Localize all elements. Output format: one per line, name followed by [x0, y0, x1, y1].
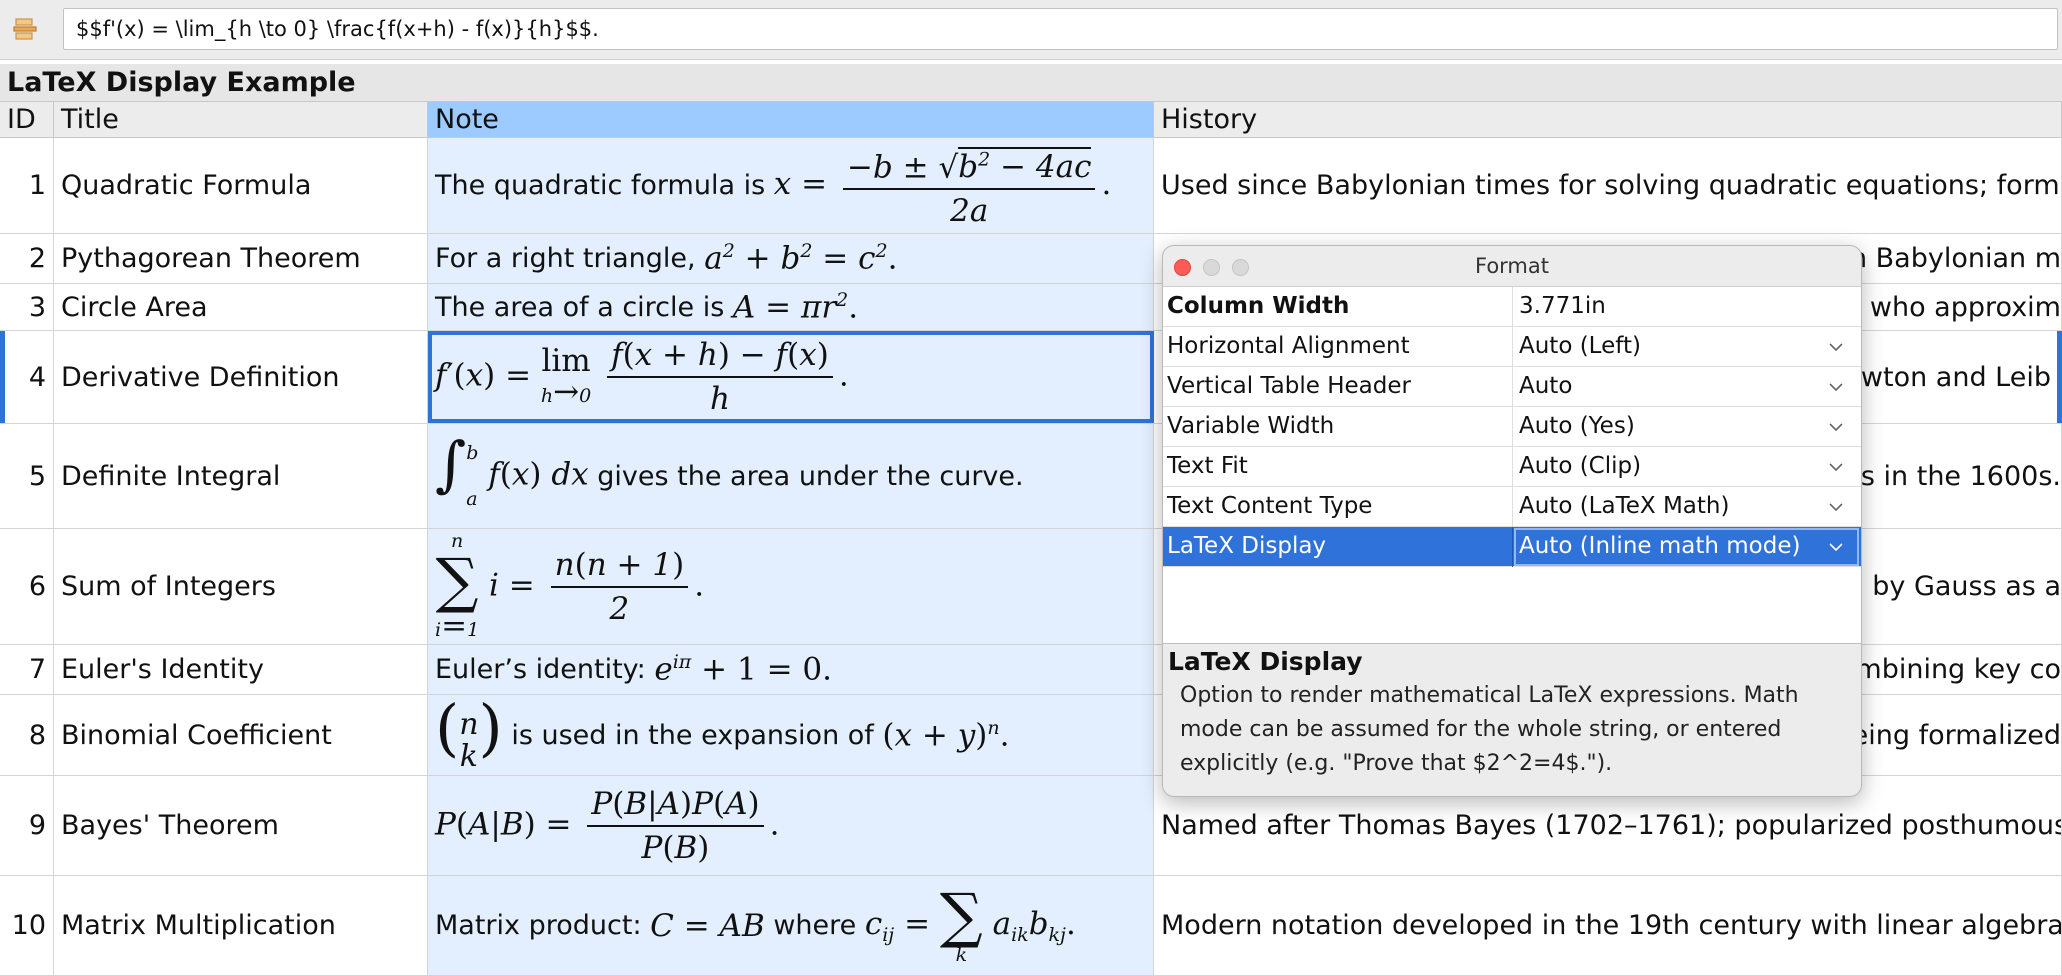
chevron-down-icon[interactable] [1829, 420, 1843, 434]
math-binomial: (n k) [435, 695, 503, 774]
property-horizontal-alignment[interactable]: Horizontal Alignment Auto (Left) [1163, 327, 1861, 367]
close-window-button[interactable] [1174, 259, 1191, 276]
math-matrix-product: cij = ∑ k aikbkj. [864, 881, 1076, 966]
cell-id[interactable]: 2 [0, 234, 54, 283]
cell-id[interactable]: 3 [0, 284, 54, 330]
property-value-select[interactable]: Auto (Left) [1513, 327, 1860, 367]
chevron-down-icon[interactable] [1829, 380, 1843, 394]
property-text-fit[interactable]: Text Fit Auto (Clip) [1163, 447, 1861, 487]
property-key: Variable Width [1163, 407, 1513, 447]
property-value-select[interactable]: Auto (Inline math mode) [1513, 527, 1860, 567]
row-selection-marker [2057, 331, 2062, 423]
property-key: Horizontal Alignment [1163, 327, 1513, 367]
cell-title[interactable]: Derivative Definition [54, 331, 428, 423]
cell-note[interactable]: The quadratic formula is x = −b ± √b2 − … [428, 138, 1154, 233]
formula-input[interactable]: $$f'(x) = \lim_{h \to 0} \frac{f(x+h) - … [63, 8, 2058, 50]
property-text-content-type[interactable]: Text Content Type Auto (LaTeX Math) [1163, 487, 1861, 527]
chevron-down-icon[interactable] [1829, 340, 1843, 354]
cell-note[interactable]: For a right triangle, a2 + b2 = c2. [428, 234, 1154, 283]
property-key: Vertical Table Header [1163, 367, 1513, 407]
cell-id[interactable]: 9 [0, 776, 54, 875]
cell-title[interactable]: Definite Integral [54, 424, 428, 528]
note-text: Euler’s identity: [435, 654, 646, 685]
property-value-input[interactable]: 3.771in [1513, 287, 1860, 327]
cell-id[interactable]: 10 [0, 876, 54, 975]
table-row[interactable]: 10 Matrix Multiplication Matrix product:… [0, 876, 2062, 976]
zoom-window-button[interactable] [1232, 259, 1249, 276]
help-description: Option to render mathematical LaTeX expr… [1180, 683, 1799, 776]
cell-title[interactable]: Bayes' Theorem [54, 776, 428, 875]
help-title: LaTeX Display [1168, 647, 1363, 676]
cell-id[interactable]: 5 [0, 424, 54, 528]
cell-id[interactable]: 6 [0, 529, 54, 644]
property-value-select[interactable]: Auto (Clip) [1513, 447, 1860, 487]
note-text: The area of a circle is [435, 291, 725, 323]
math-sum: n ∑ i=1 i = n(n + 1) 2. [435, 529, 705, 644]
property-vertical-table-header[interactable]: Vertical Table Header Auto [1163, 367, 1861, 407]
cell-title[interactable]: Quadratic Formula [54, 138, 428, 233]
cell-title[interactable]: Euler's Identity [54, 645, 428, 694]
property-value-select[interactable]: Auto [1513, 367, 1860, 407]
note-text: The quadratic formula is [435, 170, 766, 201]
column-header-id[interactable]: ID [0, 102, 54, 138]
cell-title[interactable]: Matrix Multiplication [54, 876, 428, 975]
property-key: Text Fit [1163, 447, 1513, 487]
cell-id[interactable]: 8 [0, 695, 54, 775]
table-caption: LaTeX Display Example [0, 64, 2062, 102]
table-row[interactable]: 1 Quadratic Formula The quadratic formul… [0, 138, 2062, 234]
cell-note[interactable]: The area of a circle is A = πr2. [428, 284, 1154, 330]
table-format-icon[interactable] [12, 16, 38, 42]
property-value-select[interactable]: Auto (Yes) [1513, 407, 1860, 447]
property-value-select[interactable]: Auto (LaTeX Math) [1513, 487, 1860, 527]
property-list: Column Width 3.771in Horizontal Alignmen… [1163, 286, 1861, 644]
property-latex-display[interactable]: LaTeX Display Auto (Inline math mode) [1163, 527, 1861, 567]
cell-note[interactable]: (n k) is used in the expansion of (x + y)… [428, 695, 1154, 775]
cell-note[interactable]: ∫ b a f(x) dx gives the area under the cur… [428, 424, 1154, 528]
note-text: Matrix product: [435, 910, 642, 941]
property-variable-width[interactable]: Variable Width Auto (Yes) [1163, 407, 1861, 447]
math-euler: eiπ + 1 = 0. [654, 651, 832, 688]
cell-title[interactable]: Circle Area [54, 284, 428, 330]
cell-note[interactable]: n ∑ i=1 i = n(n + 1) 2. [428, 529, 1154, 644]
minimize-window-button[interactable] [1203, 259, 1220, 276]
math-pythagorean: a2 + b2 = c2. [704, 240, 898, 277]
math-circle-area: A = πr2. [732, 288, 859, 326]
dialog-title: Format [1474, 254, 1549, 278]
cell-note[interactable]: Euler’s identity: eiπ + 1 = 0. [428, 645, 1154, 694]
cell-title[interactable]: Pythagorean Theorem [54, 234, 428, 283]
column-header-note[interactable]: Note [428, 102, 1154, 138]
cell-note-active[interactable]: f′(x) = lim h→0 f(x + h) − f(x) h. [428, 331, 1154, 423]
cell-title[interactable]: Binomial Coefficient [54, 695, 428, 775]
math-integral: ∫ b a f(x) dx [435, 429, 589, 511]
math-bayes: P(A|B) = P(B|A)P(A) P(B). [435, 785, 780, 866]
note-text: where [773, 910, 857, 941]
note-text: is used in the expansion of [511, 719, 874, 751]
cell-id[interactable]: 7 [0, 645, 54, 694]
cell-note[interactable]: Matrix product: C = AB where cij = ∑ k ai… [428, 876, 1154, 975]
cell-title[interactable]: Sum of Integers [54, 529, 428, 644]
property-key: LaTeX Display [1163, 527, 1513, 567]
property-key: Text Content Type [1163, 487, 1513, 527]
math-derivative: f′(x) = lim h→0 f(x + h) − f(x) h. [435, 337, 849, 417]
property-key: Column Width [1163, 287, 1513, 327]
cell-history[interactable]: Modern notation developed in the 19th ce… [1154, 876, 2062, 975]
property-column-width[interactable]: Column Width 3.771in [1163, 287, 1861, 327]
note-text: For a right triangle, [435, 243, 696, 274]
note-text: gives the area under the curve. [597, 460, 1024, 492]
chevron-down-icon[interactable] [1829, 460, 1843, 474]
cell-note[interactable]: P(A|B) = P(B|A)P(A) P(B). [428, 776, 1154, 875]
cell-history[interactable]: Used since Babylonian times for solving … [1154, 138, 2062, 233]
formula-bar: $$f'(x) = \lim_{h \to 0} \frac{f(x+h) - … [0, 0, 2062, 60]
math-quadratic: x = −b ± √b2 − 4ac 2a. [774, 141, 1111, 230]
cell-id[interactable]: 1 [0, 138, 54, 233]
chevron-down-icon[interactable] [1829, 540, 1843, 554]
column-header-history[interactable]: History [1154, 102, 2062, 138]
format-dialog: Format Column Width 3.771in Horizontal A… [1162, 245, 1862, 797]
column-header-title[interactable]: Title [54, 102, 428, 138]
chevron-down-icon[interactable] [1829, 500, 1843, 514]
cell-id[interactable]: 4 [0, 331, 54, 423]
